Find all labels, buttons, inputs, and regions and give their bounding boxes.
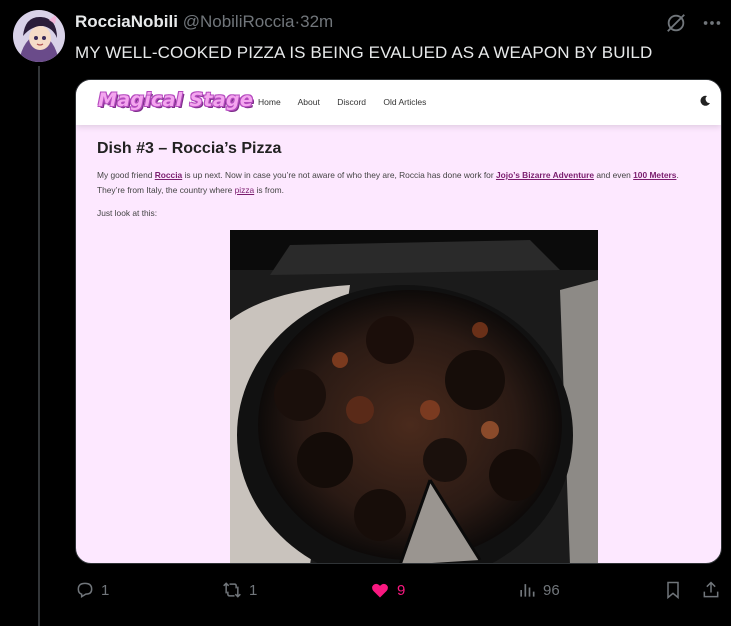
tweet-actions: 1 1 9 96 [75, 580, 725, 606]
timestamp[interactable]: 32m [300, 12, 333, 31]
heart-icon [372, 583, 388, 598]
views-icon [520, 584, 535, 597]
repost-button[interactable]: 1 [221, 580, 257, 600]
100-meters-link[interactable]: 100 Meters [633, 170, 676, 180]
article-paragraph-2: Just look at this: [97, 208, 158, 218]
views-count: 96 [543, 581, 560, 599]
roccia-link[interactable]: Roccia [155, 170, 182, 180]
burnt-pizza-image [230, 230, 598, 563]
article-paragraph: My good friend Roccia is up next. Now in… [97, 168, 707, 198]
pizza-link[interactable]: pizza [235, 185, 255, 195]
bookmark-button[interactable] [663, 580, 689, 600]
avatar-art-icon [13, 10, 65, 62]
share-button[interactable] [701, 580, 727, 600]
reply-icon [77, 582, 93, 598]
article-title: Dish #3 – Roccia’s Pizza [97, 140, 282, 157]
nav-discord[interactable]: Discord [337, 97, 366, 107]
bookmark-icon [667, 581, 679, 600]
grok-icon[interactable] [665, 12, 687, 34]
nav-old-articles[interactable]: Old Articles [383, 97, 426, 107]
display-name[interactable]: RocciaNobili [75, 12, 178, 31]
views-button[interactable]: 96 [517, 580, 560, 600]
share-icon [703, 581, 719, 598]
p1-text-a: My good friend [97, 170, 155, 180]
jojo-link[interactable]: Jojo’s Bizarre Adventure [496, 170, 594, 180]
moon-icon[interactable] [699, 95, 711, 107]
like-button[interactable]: 9 [369, 580, 405, 600]
avatar[interactable] [13, 10, 65, 62]
nav-home[interactable]: Home [258, 97, 281, 107]
p1-text-c: and even [594, 170, 634, 180]
thread-line [38, 66, 40, 626]
tweet-header: RocciaNobili @NobiliRoccia·32m [75, 12, 333, 32]
site-navbar: Magical Stage Home About Discord Old Art… [76, 80, 721, 125]
more-icon[interactable] [700, 12, 724, 34]
repost-icon [223, 582, 241, 598]
burnt-pizza-photo [230, 230, 598, 563]
site-nav-links: Home About Discord Old Articles [258, 97, 441, 107]
p1-text-b: is up next. Now in case you’re not aware… [182, 170, 496, 180]
tweet-text: MY WELL-COOKED PIZZA IS BEING EVALUED AS… [75, 43, 653, 62]
nav-about[interactable]: About [298, 97, 320, 107]
reply-button[interactable]: 1 [75, 580, 109, 600]
like-count: 9 [397, 581, 406, 599]
user-handle[interactable]: @NobiliRoccia [183, 12, 295, 31]
reply-count: 1 [101, 581, 110, 599]
p1-text-e: is from. [254, 185, 284, 195]
tweet-media-screenshot[interactable]: Magical Stage Home About Discord Old Art… [75, 79, 722, 564]
repost-count: 1 [249, 581, 258, 599]
site-logo[interactable]: Magical Stage [98, 89, 253, 111]
